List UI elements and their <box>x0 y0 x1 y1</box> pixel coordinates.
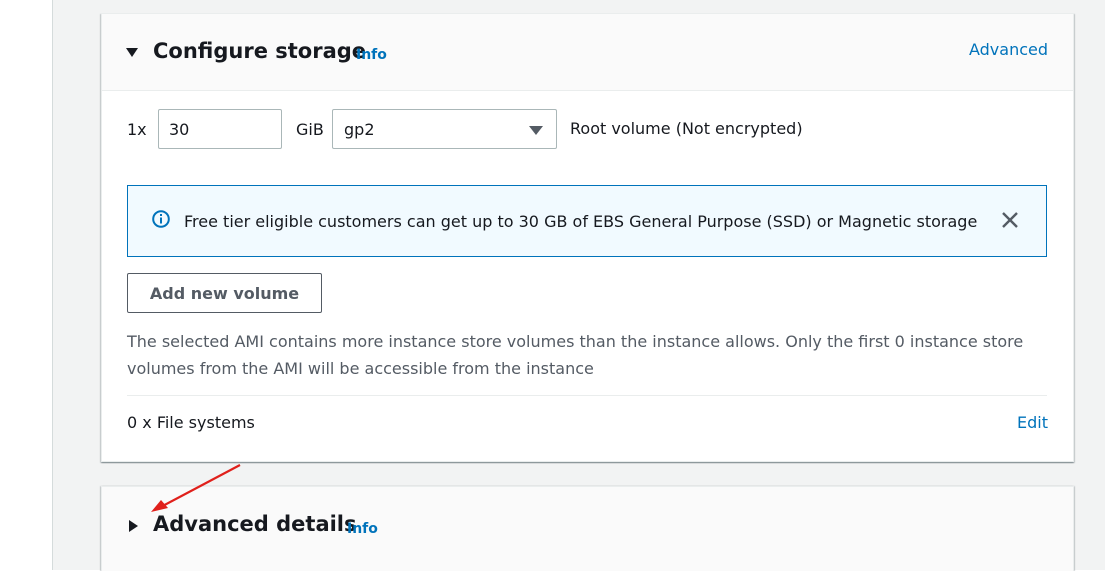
volume-count-label: 1x <box>127 120 147 139</box>
caret-down-icon <box>529 126 543 135</box>
volume-size-unit-label: GiB <box>296 120 324 139</box>
close-icon[interactable] <box>1000 210 1020 230</box>
caret-down-icon[interactable] <box>126 48 138 57</box>
free-tier-alert-message: Free tier eligible customers can get up … <box>184 212 978 231</box>
root-volume-label: Root volume (Not encrypted) <box>570 119 803 138</box>
configure-storage-panel: Configure storage Info Advanced 1x GiB g… <box>101 13 1074 462</box>
configure-storage-info-link[interactable]: Info <box>356 47 387 63</box>
volume-type-value: gp2 <box>344 120 375 139</box>
advanced-storage-link[interactable]: Advanced <box>969 40 1048 59</box>
divider <box>127 395 1047 396</box>
left-rail <box>0 0 53 570</box>
advanced-details-info-link[interactable]: Info <box>347 521 378 537</box>
info-circle-icon <box>152 210 170 228</box>
instance-store-note: The selected AMI contains more instance … <box>127 332 1024 378</box>
free-tier-alert: Free tier eligible customers can get up … <box>127 185 1047 257</box>
annotation-arrow-icon <box>151 464 241 512</box>
configure-storage-title[interactable]: Configure storage <box>153 39 366 63</box>
add-new-volume-button[interactable]: Add new volume <box>127 273 322 313</box>
file-systems-label: 0 x File systems <box>127 413 255 432</box>
edit-file-systems-link[interactable]: Edit <box>1017 413 1048 432</box>
caret-right-icon[interactable] <box>129 520 138 532</box>
volume-type-select[interactable]: gp2 <box>332 109 557 149</box>
volume-size-input[interactable] <box>158 109 282 149</box>
configure-storage-header[interactable]: Configure storage Info Advanced <box>102 14 1073 91</box>
